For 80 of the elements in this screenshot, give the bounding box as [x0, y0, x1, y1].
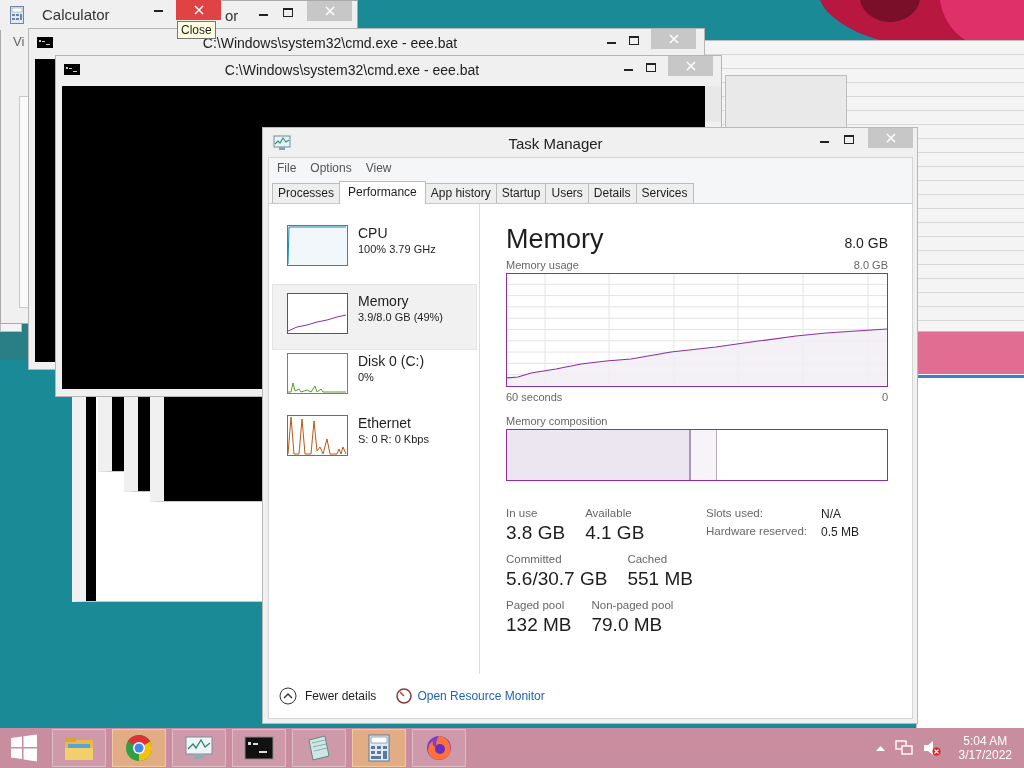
resource-detail: 100% 3.79 GHz	[358, 243, 436, 255]
terminal-icon	[244, 736, 274, 760]
axis-label: 60 seconds	[506, 391, 563, 403]
close-icon	[324, 6, 335, 16]
terminal-icon	[64, 64, 80, 75]
stat-label: Paged pool	[506, 599, 566, 611]
scrollbar[interactable]	[705, 86, 721, 122]
calculator-icon	[368, 734, 390, 762]
stat-value: 551 MB	[627, 568, 693, 590]
section-title: Memory	[506, 224, 604, 255]
menu-item[interactable]: Options	[310, 161, 352, 178]
resource-detail: 0%	[358, 371, 375, 383]
maximize-icon[interactable]	[646, 63, 656, 73]
stat-label: Non-paged pool	[591, 599, 674, 611]
calculator-icon	[10, 6, 24, 24]
tab[interactable]: Startup	[495, 183, 547, 203]
chart-label: Memory usage	[506, 259, 579, 271]
terminal-icon	[37, 37, 53, 48]
stat-value: 132 MB	[506, 614, 572, 636]
fewer-details-button[interactable]: Fewer details	[279, 687, 377, 705]
resource-monitor-link[interactable]: Open Resource Monitor	[417, 689, 545, 703]
close-icon	[685, 61, 696, 71]
close-icon	[193, 5, 204, 15]
monitor-chart-icon	[184, 735, 214, 761]
stat-label: Hardware reserved:	[706, 525, 808, 539]
tab[interactable]: Details	[587, 183, 637, 203]
stat-value: N/A	[821, 507, 841, 521]
stat-value: 5.6/30.7 GB	[506, 568, 608, 590]
stat-label: Slots used:	[706, 507, 764, 521]
resource-name: CPU	[358, 225, 389, 241]
menu-item[interactable]: File	[277, 161, 297, 178]
monitor-chart-icon	[273, 135, 291, 151]
colored-circle-icon	[125, 734, 153, 762]
chevron-up-icon	[279, 687, 297, 705]
tab[interactable]: Services	[635, 183, 694, 203]
stat-value: 0.5 MB	[821, 525, 859, 539]
notepad-icon	[305, 734, 333, 762]
maximize-icon[interactable]	[629, 36, 639, 46]
resource-detail: 3.9/8.0 GB (49%)	[358, 311, 443, 323]
close-icon	[885, 133, 896, 143]
window-title: Calculator	[42, 6, 110, 23]
resource-name: Ethernet	[358, 415, 412, 431]
resource-item[interactable]: Memory 3.9/8.0 GB (49%)	[272, 284, 477, 350]
flame-globe-icon	[425, 734, 453, 762]
stat-value: 3.8 GB	[506, 522, 566, 544]
axis-label: 0	[881, 391, 888, 403]
resource-item[interactable]: Disk 0 (C:) 0%	[272, 350, 477, 412]
stat-label: Available	[585, 507, 633, 519]
stat-label: Cached	[627, 553, 669, 565]
muted-speaker-icon[interactable]	[922, 740, 941, 756]
resource-name: Memory	[358, 293, 410, 309]
tab[interactable]: Users	[545, 183, 589, 203]
chart-label: Memory composition	[506, 415, 608, 427]
resource-name: Disk 0 (C:)	[358, 353, 425, 369]
window-title: or	[225, 7, 239, 24]
resource-detail: S: 0 R: 0 Kbps	[358, 433, 429, 445]
network-icon[interactable]	[894, 740, 913, 756]
maximize-icon[interactable]	[844, 135, 854, 145]
stat-label: In use	[506, 507, 539, 519]
chart-max-label: 8.0 GB	[853, 259, 888, 271]
stat-value: 79.0 MB	[591, 614, 664, 636]
window-title: C:\Windows\system32\cmd.exe - eee.bat	[223, 62, 481, 78]
maximize-icon[interactable]	[283, 8, 293, 18]
resource-item[interactable]: CPU 100% 3.79 GHz	[272, 222, 477, 284]
tab[interactable]: Performance	[339, 181, 426, 204]
resource-item[interactable]: Ethernet S: 0 R: 0 Kbps	[272, 412, 477, 474]
tooltip: Close	[177, 21, 216, 39]
total-capacity: 8.0 GB	[844, 235, 888, 251]
folder-icon	[64, 735, 94, 761]
close-icon	[668, 34, 679, 44]
chevron-up-icon[interactable]	[875, 745, 885, 751]
gauge-icon	[396, 688, 413, 704]
menu-item[interactable]: View	[365, 161, 392, 178]
start-button[interactable]	[10, 734, 38, 762]
stat-value: 4.1 GB	[585, 522, 645, 544]
menu-item[interactable]: Vi	[13, 34, 25, 49]
window-title: Task Manager	[507, 135, 604, 152]
stat-label: Committed	[506, 553, 563, 565]
tab[interactable]: App history	[424, 183, 497, 203]
tab[interactable]: Processes	[272, 183, 341, 203]
